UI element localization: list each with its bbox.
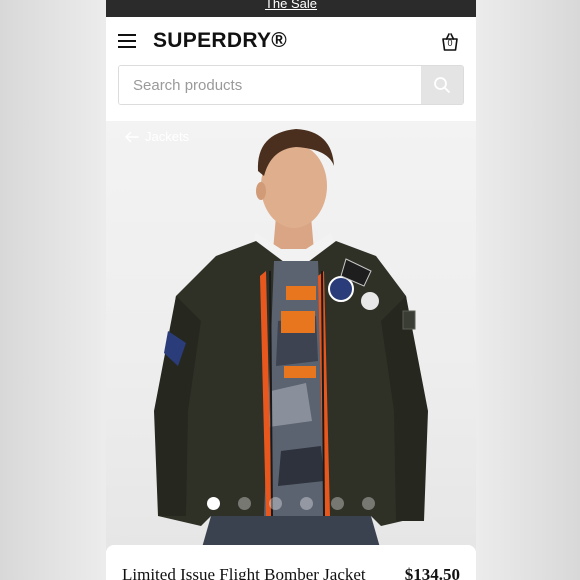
menu-icon[interactable]: [118, 34, 136, 48]
gallery-pagination: [106, 497, 476, 510]
gallery-dot[interactable]: [207, 497, 220, 510]
basket-count: 0: [447, 38, 453, 48]
breadcrumb-label: Jackets: [145, 129, 190, 144]
gallery-dot[interactable]: [300, 497, 313, 510]
search-bar: [118, 65, 464, 105]
search-button[interactable]: [421, 66, 463, 104]
brand-logo[interactable]: SUPERDRY®: [153, 29, 287, 53]
site-header: SUPERDRY® 0: [106, 17, 476, 65]
product-photo: [154, 129, 428, 551]
promo-link[interactable]: The Sale: [265, 0, 317, 11]
gallery-dot[interactable]: [238, 497, 251, 510]
breadcrumb-back[interactable]: Jackets: [124, 129, 189, 144]
gallery-dot[interactable]: [269, 497, 282, 510]
product-info-card: Limited Issue Flight Bomber Jacket $134.…: [106, 545, 476, 580]
product-image-gallery[interactable]: Jackets: [106, 121, 476, 551]
search-input[interactable]: [119, 66, 421, 104]
basket-button[interactable]: 0: [440, 32, 460, 52]
gallery-dot[interactable]: [362, 497, 375, 510]
gallery-dot[interactable]: [331, 497, 344, 510]
promo-banner[interactable]: The Sale: [106, 0, 476, 17]
search-icon: [434, 77, 450, 93]
product-name: Limited Issue Flight Bomber Jacket: [122, 565, 366, 580]
mobile-viewport: The Sale SUPERDRY® 0 Jackets: [106, 0, 476, 580]
product-price: $134.50: [404, 565, 460, 580]
arrow-left-icon: [125, 131, 139, 142]
